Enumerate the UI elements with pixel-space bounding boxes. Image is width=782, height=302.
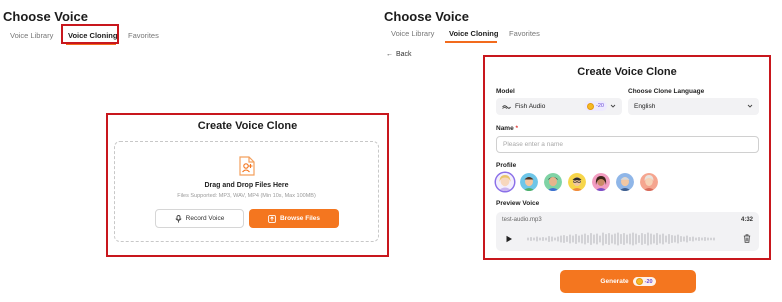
arrow-left-icon: ← (386, 51, 393, 58)
preview-voice-label: Preview Voice (496, 200, 540, 207)
avatar-option-4[interactable] (568, 173, 586, 191)
preview-file-name: test-audio.mp3 (502, 217, 542, 223)
coin-icon (587, 102, 594, 110)
trash-icon[interactable] (743, 234, 751, 243)
left-panel: Choose Voice Voice Library Voice Cloning… (0, 0, 389, 302)
language-select[interactable]: English (628, 98, 759, 115)
dropzone-subtitle: Files Supported: MP3, WAV, MP4 (Min 10s,… (177, 193, 316, 199)
model-cost-value: -20 (596, 103, 604, 109)
back-label: Back (396, 51, 412, 58)
avatar-option-3[interactable] (544, 173, 562, 191)
card-title: Create Voice Clone (197, 120, 298, 132)
record-voice-label: Record Voice (185, 215, 225, 222)
audio-preview-player: test-audio.mp3 4:32 (496, 212, 759, 251)
name-input[interactable]: Please enter a name (496, 136, 759, 153)
record-voice-button[interactable]: Record Voice (155, 209, 244, 228)
tab-voice-cloning-right[interactable]: Voice Cloning (449, 29, 498, 38)
profile-label: Profile (496, 162, 517, 169)
required-marker: * (515, 125, 519, 132)
dropzone-title: Drag and Drop Files Here (204, 182, 289, 189)
back-button[interactable]: ← Back (386, 51, 412, 58)
chevron-down-icon (610, 104, 616, 108)
page-title: Choose Voice (3, 9, 89, 24)
generate-cost-value: -20 (644, 278, 653, 285)
chevron-down-icon (747, 104, 753, 108)
name-label-text: Name (496, 125, 514, 132)
file-dropzone[interactable]: Drag and Drop Files Here Files Supported… (114, 141, 379, 242)
generate-button[interactable]: Generate -20 (560, 270, 696, 293)
fish-audio-logo-icon (502, 104, 511, 109)
model-value: Fish Audio (515, 103, 546, 110)
active-tab-indicator-right (445, 41, 497, 43)
browse-files-button[interactable]: Browse Files (249, 209, 339, 228)
upload-file-icon (238, 156, 256, 181)
avatar-option-1[interactable] (496, 173, 514, 191)
name-label: Name * (496, 125, 518, 132)
model-select[interactable]: Fish Audio -20 (496, 98, 622, 115)
avatar-option-2[interactable] (520, 173, 538, 191)
highlight-box-tab (61, 24, 119, 44)
avatar-option-7[interactable] (640, 173, 658, 191)
avatar-option-5[interactable] (592, 173, 610, 191)
audio-waveform[interactable] (526, 231, 726, 247)
generate-label: Generate (600, 278, 629, 285)
tab-voice-library-right[interactable]: Voice Library (391, 29, 434, 38)
model-label: Model (496, 88, 515, 95)
browse-files-label: Browse Files (279, 215, 321, 222)
page-title-right: Choose Voice (384, 9, 470, 24)
model-cost-badge: -20 (584, 101, 607, 111)
tab-favorites[interactable]: Favorites (128, 31, 159, 40)
avatar-option-6[interactable] (616, 173, 634, 191)
language-value: English (634, 103, 656, 110)
microphone-icon (175, 214, 182, 223)
language-label: Choose Clone Language (628, 88, 705, 95)
tab-favorites-right[interactable]: Favorites (509, 29, 540, 38)
generate-cost-badge: -20 (632, 277, 656, 286)
preview-duration: 4:32 (740, 217, 753, 223)
coin-icon (635, 278, 643, 285)
name-placeholder: Please enter a name (503, 141, 563, 148)
upload-icon (268, 214, 276, 223)
play-icon[interactable] (505, 235, 513, 243)
card-title-right: Create Voice Clone (577, 66, 677, 78)
tab-voice-library[interactable]: Voice Library (10, 31, 53, 40)
